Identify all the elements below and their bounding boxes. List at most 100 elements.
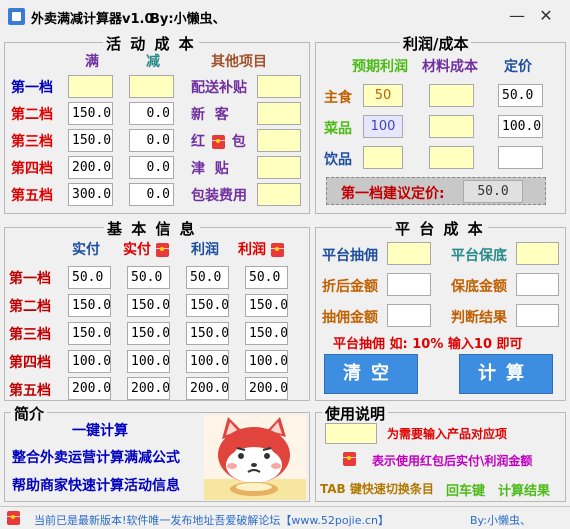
guarantee-input[interactable] — [516, 242, 559, 265]
basic-tier-3-profit: 150.0 — [186, 322, 229, 345]
basic-tier-1-label: 第一档 — [9, 271, 51, 287]
basic-tier-1-profit: 50.0 — [186, 266, 229, 289]
allowance-input[interactable] — [257, 156, 301, 179]
guarantee-amount-value — [516, 273, 559, 296]
allowance-label: 津 贴 — [191, 161, 229, 177]
clear-button[interactable]: 清空 — [324, 354, 418, 394]
delivery-subsidy-label: 配送补贴 — [191, 80, 247, 96]
minimize-button[interactable]: — — [507, 6, 527, 26]
profit-cost-title: 利润/成本 — [400, 33, 472, 54]
tier-4-full-input[interactable]: 200.0 — [68, 156, 113, 179]
basic-tier-2-actual-rp: 150.0 — [127, 294, 170, 317]
col-profit-redpack-text: 利润 — [238, 242, 266, 258]
commission-amount-value — [387, 304, 431, 327]
tier-2-full-input[interactable]: 150.0 — [68, 102, 113, 125]
tier-2-minus-input[interactable]: 0.0 — [129, 102, 174, 125]
basic-tier-3-actual: 150.0 — [68, 322, 111, 345]
basic-tier-5-actual: 200.0 — [68, 377, 111, 400]
tier-3-full-input[interactable]: 150.0 — [68, 129, 113, 152]
intro-title: 简介 — [11, 403, 48, 424]
usage-line-1: 为需要输入产品对应项 — [387, 427, 508, 441]
result-value — [516, 304, 559, 327]
discount-amount-label: 折后金额 — [322, 279, 378, 295]
tier-4-minus-input[interactable]: 0.0 — [129, 156, 174, 179]
tier-3-minus-input[interactable]: 0.0 — [129, 129, 174, 152]
usage-title: 使用说明 — [322, 403, 389, 424]
window-author: By:小懒虫、 — [150, 12, 226, 27]
basic-tier-4-profit-rp: 100.0 — [245, 350, 288, 373]
usage-line-3-b: 回车键 — [446, 484, 486, 499]
platform-cost-title: 平 台 成 本 — [392, 218, 488, 239]
col-material-cost: 材料成本 — [422, 59, 478, 75]
intro-line-2: 整合外卖运营计算满减公式 — [12, 450, 180, 466]
basic-tier-3-actual-rp: 150.0 — [127, 322, 170, 345]
status-text: 当前已是最新版本!软件唯一发布地址吾爱破解论坛【www.52pojie.cn】 — [34, 514, 389, 527]
basic-tier-1-actual: 50.0 — [68, 266, 111, 289]
basic-tier-3-label: 第三档 — [9, 327, 51, 343]
commission-amount-label: 抽佣金额 — [322, 310, 378, 326]
tier-1-full-input[interactable] — [68, 75, 113, 98]
basic-tier-5-label: 第五档 — [9, 383, 51, 399]
col-other-label: 其他项目 — [211, 54, 267, 70]
tier-4-label: 第四档 — [11, 161, 53, 177]
suggested-price-value: 50.0 — [463, 180, 523, 203]
packaging-fee-input[interactable] — [257, 183, 301, 206]
red-packet-icon — [211, 135, 225, 149]
dish-expected-input[interactable]: 100 — [363, 115, 403, 138]
new-customer-input[interactable] — [257, 102, 301, 125]
basic-tier-4-profit: 100.0 — [186, 350, 229, 373]
guarantee-amount-label: 保底金额 — [451, 279, 507, 295]
dish-label: 菜品 — [324, 121, 352, 137]
basic-tier-5-profit: 200.0 — [186, 377, 229, 400]
basic-tier-2-actual: 150.0 — [68, 294, 111, 317]
fox-mascot-icon — [204, 417, 306, 500]
fox-mascot-image — [204, 415, 306, 500]
red-packet-input[interactable] — [257, 129, 301, 152]
red-packet-label-b: 包 — [231, 134, 246, 150]
tier-1-label: 第一档 — [11, 80, 53, 96]
commission-input[interactable] — [387, 242, 431, 265]
basic-tier-1-actual-rp: 50.0 — [127, 266, 170, 289]
red-packet-label-a: 红 — [191, 134, 205, 150]
tier-3-label: 第三档 — [11, 134, 53, 150]
result-label: 判断结果 — [451, 310, 507, 326]
basic-tier-4-actual: 100.0 — [68, 350, 111, 373]
tier-5-minus-input[interactable]: 0.0 — [129, 183, 174, 206]
basic-tier-2-label: 第二档 — [9, 299, 51, 315]
status-bar: 当前已是最新版本!软件唯一发布地址吾爱破解论坛【www.52pojie.cn】 … — [0, 506, 570, 529]
status-author: By:小懒虫、 — [470, 514, 531, 527]
col-price: 定价 — [504, 59, 532, 75]
basic-tier-2-profit: 150.0 — [186, 294, 229, 317]
tier-5-full-input[interactable]: 300.0 — [68, 183, 113, 206]
staple-expected-input[interactable]: 50 — [363, 84, 403, 107]
drink-expected-input[interactable] — [363, 146, 403, 169]
col-actual-paid: 实付 — [72, 242, 100, 258]
window-title: 外卖满减计算器v1.0 — [31, 12, 154, 27]
staple-price-input[interactable]: 50.0 — [498, 84, 543, 107]
close-button[interactable]: ✕ — [536, 6, 556, 26]
red-packet-icon — [155, 243, 169, 257]
tier-1-minus-input[interactable] — [129, 75, 174, 98]
app-icon — [8, 8, 25, 25]
dish-price-input[interactable]: 100.0 — [498, 115, 543, 138]
col-profit: 利润 — [191, 242, 219, 258]
intro-line-3: 帮助商家快速计算活动信息 — [12, 478, 180, 494]
usage-line-3-c: 计算结果 — [498, 484, 551, 499]
staple-material-input[interactable] — [429, 84, 474, 107]
new-customer-label: 新 客 — [191, 107, 229, 123]
delivery-subsidy-input[interactable] — [257, 75, 301, 98]
dish-material-input[interactable] — [429, 115, 474, 138]
tier-2-label: 第二档 — [11, 107, 53, 123]
packaging-fee-label: 包装费用 — [191, 188, 247, 204]
basic-tier-5-profit-rp: 200.0 — [245, 377, 288, 400]
staple-label: 主食 — [324, 90, 352, 106]
drink-material-input[interactable] — [429, 146, 474, 169]
drink-price-input[interactable] — [498, 146, 543, 169]
calculate-button[interactable]: 计算 — [459, 354, 553, 394]
commission-label: 平台抽佣 — [322, 248, 378, 264]
intro-line-1: 一键计算 — [72, 423, 128, 439]
drink-label: 饮品 — [324, 152, 352, 168]
col-expected-profit: 预期利润 — [352, 59, 408, 75]
guarantee-label: 平台保底 — [451, 248, 507, 264]
basic-tier-5-actual-rp: 200.0 — [127, 377, 170, 400]
